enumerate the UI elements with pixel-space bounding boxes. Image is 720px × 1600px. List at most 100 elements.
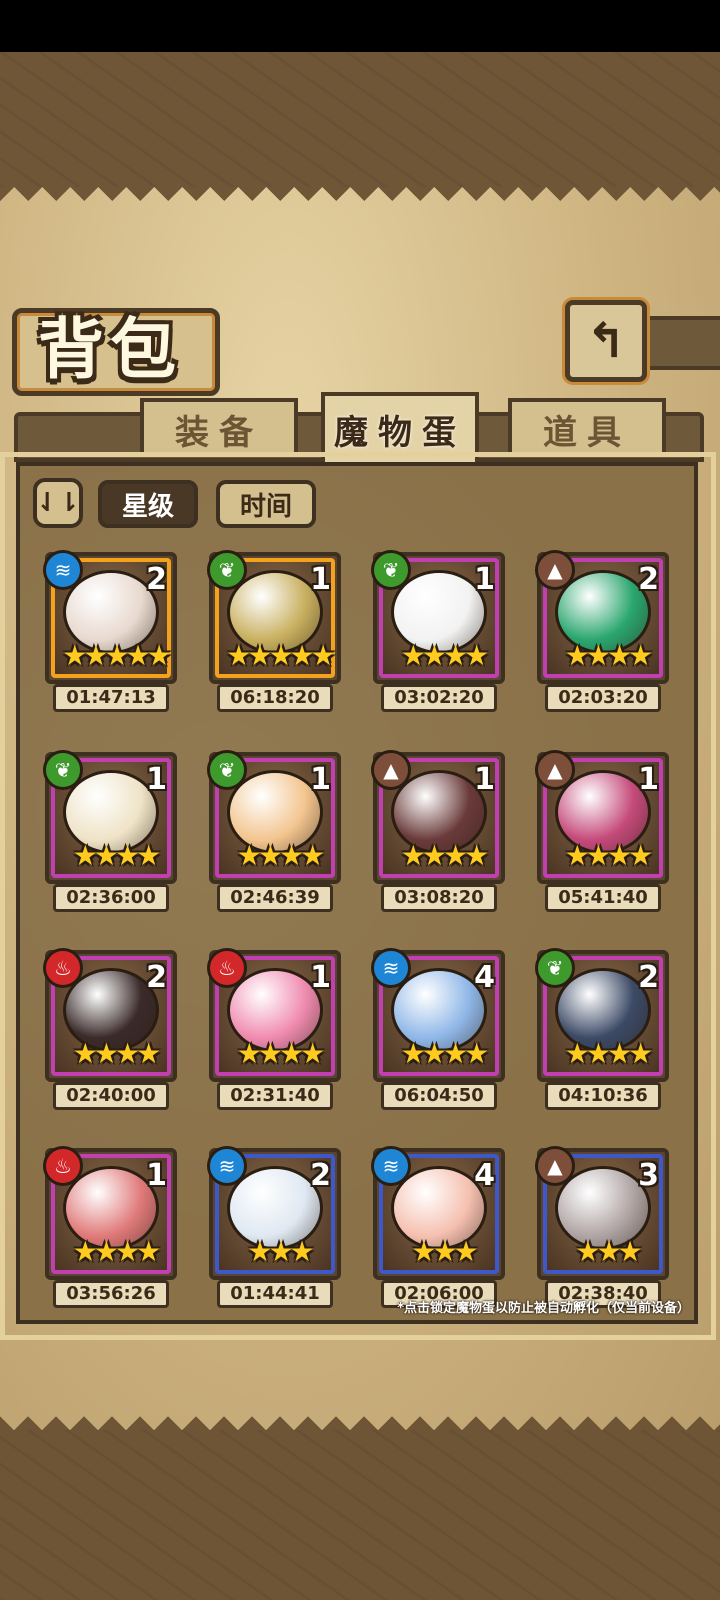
egg-card[interactable]: ❦ 1 ★★★★ <box>207 750 341 884</box>
map-background-top <box>0 52 720 187</box>
torn-edge-bottom <box>0 1402 720 1430</box>
star-rating: ★★★★ <box>400 1037 489 1070</box>
star-rating: ★★★★ <box>564 1037 653 1070</box>
egg-card[interactable]: ♨ 1 ★★★★ <box>43 1146 177 1280</box>
star-rating: ★★★★ <box>236 839 325 872</box>
hatch-timer: 02:31:40 <box>217 1082 333 1110</box>
egg-card[interactable]: ❦ 1 ★★★★ <box>371 550 505 684</box>
star-rating: ★★★★ <box>400 839 489 872</box>
status-bar <box>0 0 720 52</box>
hatch-timer: 02:36:00 <box>53 884 169 912</box>
egg-card[interactable]: ▲ 3 ★★★ <box>535 1146 669 1280</box>
hatch-timer: 03:08:20 <box>381 884 497 912</box>
egg-card[interactable]: ♨ 1 ★★★★ <box>207 948 341 1082</box>
egg-count: 2 <box>638 562 659 597</box>
hatch-timer: 02:03:20 <box>545 684 661 712</box>
map-background-bottom <box>0 1430 720 1600</box>
egg-slot[interactable]: ❦ 1 ★★★★ 02:36:00 <box>43 750 177 912</box>
egg-slot[interactable]: ❦ 1 ★★★★ 03:02:20 <box>371 550 505 712</box>
egg-card[interactable]: ▲ 1 ★★★★ <box>535 750 669 884</box>
egg-count: 3 <box>638 1158 659 1193</box>
star-rating: ★★★★ <box>72 1037 161 1070</box>
fire-element-icon: ♨ <box>43 948 83 988</box>
star-rating: ★★★★ <box>400 639 489 672</box>
egg-card[interactable]: ❦ 1 ★★★★ <box>43 750 177 884</box>
star-rating: ★★★ <box>247 1235 314 1268</box>
star-rating: ★★★★★ <box>62 639 172 672</box>
grass-element-icon: ❦ <box>535 948 575 988</box>
star-rating: ★★★★ <box>236 1037 325 1070</box>
hatch-timer: 01:47:13 <box>53 684 169 712</box>
egg-count: 2 <box>310 1158 331 1193</box>
back-button[interactable]: ↰ <box>565 300 647 382</box>
egg-count: 2 <box>146 960 167 995</box>
egg-slot[interactable]: ❦ 1 ★★★★★ 06:18:20 <box>207 550 341 712</box>
egg-slot[interactable]: ≋ 4 ★★★ 02:06:00 <box>371 1146 505 1308</box>
egg-card[interactable]: ▲ 2 ★★★★ <box>535 550 669 684</box>
egg-slot[interactable]: ♨ 2 ★★★★ 02:40:00 <box>43 948 177 1110</box>
sort-order-button[interactable]: ⇃⇂ <box>33 478 83 528</box>
egg-count: 2 <box>146 562 167 597</box>
egg-count: 1 <box>146 762 167 797</box>
tab-equipment[interactable]: 装备 <box>140 398 298 456</box>
back-arrow-icon: ↰ <box>585 313 627 369</box>
water-element-icon: ≋ <box>371 1146 411 1186</box>
egg-slot[interactable]: ≋ 4 ★★★★ 06:04:50 <box>371 948 505 1110</box>
egg-slot[interactable]: ≋ 2 ★★★ 01:44:41 <box>207 1146 341 1308</box>
egg-card[interactable]: ≋ 4 ★★★ <box>371 1146 505 1280</box>
egg-card[interactable]: ≋ 2 ★★★ <box>207 1146 341 1280</box>
earth-element-icon: ▲ <box>535 550 575 590</box>
sort-by-stars-button[interactable]: 星级 <box>98 480 198 528</box>
egg-count: 1 <box>146 1158 167 1193</box>
egg-slot[interactable]: ❦ 2 ★★★★ 04:10:36 <box>535 948 669 1110</box>
egg-card[interactable]: ≋ 4 ★★★★ <box>371 948 505 1082</box>
torn-edge-top <box>0 187 720 215</box>
grass-element-icon: ❦ <box>371 550 411 590</box>
egg-count: 1 <box>638 762 659 797</box>
earth-element-icon: ▲ <box>535 750 575 790</box>
star-rating: ★★★★★ <box>226 639 336 672</box>
hatch-timer: 03:02:20 <box>381 684 497 712</box>
fire-element-icon: ♨ <box>43 1146 83 1186</box>
egg-card[interactable]: ▲ 1 ★★★★ <box>371 750 505 884</box>
earth-element-icon: ▲ <box>371 750 411 790</box>
egg-count: 2 <box>638 960 659 995</box>
egg-slot[interactable]: ♨ 1 ★★★★ 03:56:26 <box>43 1146 177 1308</box>
egg-card[interactable]: ❦ 1 ★★★★★ <box>207 550 341 684</box>
star-rating: ★★★ <box>575 1235 642 1268</box>
egg-card[interactable]: ❦ 2 ★★★★ <box>535 948 669 1082</box>
tab-items[interactable]: 道具 <box>508 398 666 456</box>
fire-element-icon: ♨ <box>207 948 247 988</box>
egg-count: 1 <box>474 762 495 797</box>
grass-element-icon: ❦ <box>207 550 247 590</box>
hatch-timer: 06:18:20 <box>217 684 333 712</box>
grass-element-icon: ❦ <box>43 750 83 790</box>
star-rating: ★★★★ <box>72 839 161 872</box>
egg-slot[interactable]: ❦ 1 ★★★★ 02:46:39 <box>207 750 341 912</box>
egg-slot[interactable]: ▲ 1 ★★★★ 03:08:20 <box>371 750 505 912</box>
water-element-icon: ≋ <box>43 550 83 590</box>
hatch-timer: 02:46:39 <box>217 884 333 912</box>
sort-by-time-button[interactable]: 时间 <box>216 480 316 528</box>
egg-card[interactable]: ≋ 2 ★★★★★ <box>43 550 177 684</box>
egg-slot[interactable]: ≋ 2 ★★★★★ 01:47:13 <box>43 550 177 712</box>
back-control: ↰ <box>565 300 720 382</box>
egg-card[interactable]: ♨ 2 ★★★★ <box>43 948 177 1082</box>
sort-order-icon: ⇃⇂ <box>36 488 80 518</box>
egg-count: 1 <box>310 762 331 797</box>
hatch-timer: 04:10:36 <box>545 1082 661 1110</box>
star-rating: ★★★★ <box>564 839 653 872</box>
egg-slot[interactable]: ▲ 1 ★★★★ 05:41:40 <box>535 750 669 912</box>
egg-count: 4 <box>474 960 495 995</box>
egg-count: 1 <box>310 562 331 597</box>
egg-slot[interactable]: ▲ 2 ★★★★ 02:03:20 <box>535 550 669 712</box>
egg-count: 1 <box>310 960 331 995</box>
egg-slot[interactable]: ♨ 1 ★★★★ 02:31:40 <box>207 948 341 1110</box>
hatch-timer: 06:04:50 <box>381 1082 497 1110</box>
star-rating: ★★★★ <box>72 1235 161 1268</box>
earth-element-icon: ▲ <box>535 1146 575 1186</box>
star-rating: ★★★ <box>411 1235 478 1268</box>
egg-count: 4 <box>474 1158 495 1193</box>
egg-slot[interactable]: ▲ 3 ★★★ 02:38:40 <box>535 1146 669 1308</box>
page-title: 背包 <box>38 310 182 388</box>
